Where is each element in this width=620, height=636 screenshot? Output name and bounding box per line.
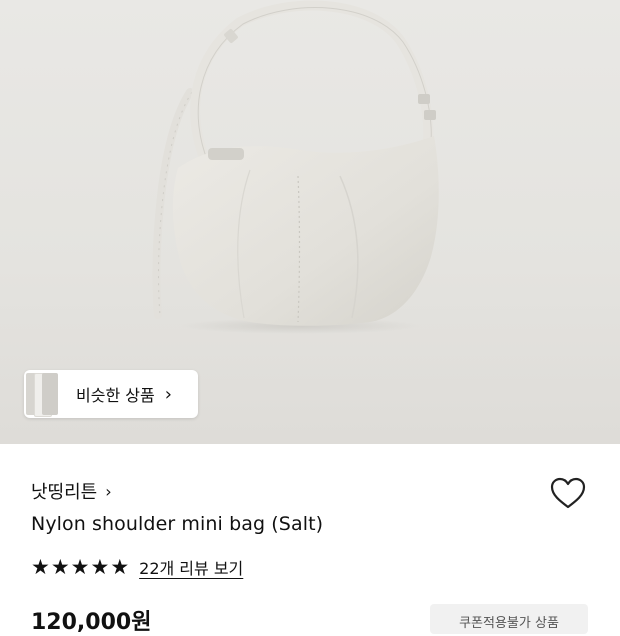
similar-products-button[interactable]: 비슷한 상품 › <box>24 370 198 418</box>
brand-link[interactable]: 낫띵리튼 › <box>31 478 112 504</box>
rating-row: ★ ★ ★ ★ ★ 22개 리뷰 보기 <box>31 555 243 579</box>
heart-outline-icon[interactable] <box>548 474 588 514</box>
star-icon: ★ <box>110 555 130 579</box>
similar-products-label: 비슷한 상품 <box>76 386 155 405</box>
coupon-badge: 쿠폰적용불가 상품 <box>430 604 588 634</box>
product-title: Nylon shoulder mini bag (Salt) <box>31 513 324 535</box>
product-image[interactable]: 비슷한 상품 › <box>0 0 620 444</box>
rating-stars: ★ ★ ★ ★ ★ <box>31 555 129 579</box>
chevron-right-icon: › <box>105 481 112 501</box>
star-icon: ★ <box>31 555 50 579</box>
brand-name: 낫띵리튼 <box>31 482 98 503</box>
star-icon: ★ <box>90 555 110 579</box>
star-icon: ★ <box>70 555 90 579</box>
chevron-right-icon: › <box>164 383 172 405</box>
review-link[interactable]: 22개 리뷰 보기 <box>139 555 243 579</box>
similar-products-thumbnails <box>26 370 60 418</box>
price: 120,000원 <box>31 610 152 635</box>
thumbnail <box>42 373 58 415</box>
star-icon: ★ <box>50 555 70 579</box>
